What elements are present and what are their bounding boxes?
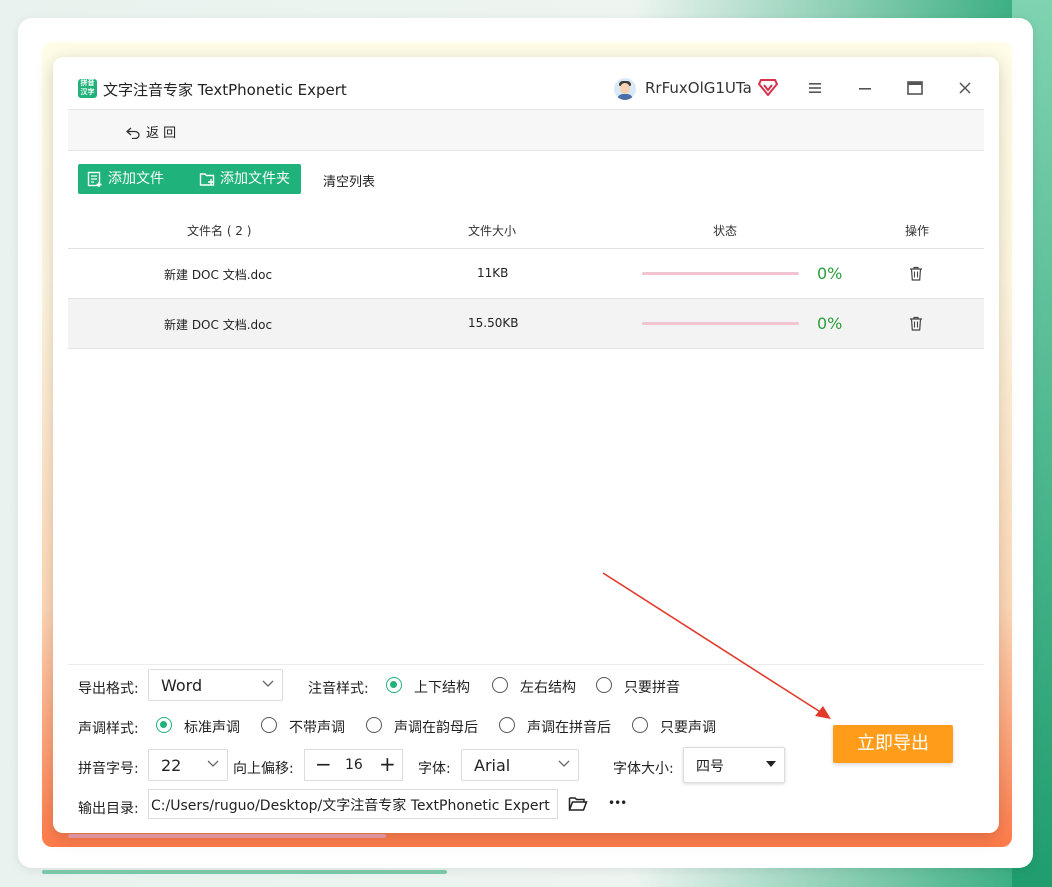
menu-icon[interactable] <box>806 79 824 97</box>
table-row[interactable]: 新建 DOC 文档.doc 11KB 0% <box>68 249 984 299</box>
back-arrow-icon <box>126 127 140 140</box>
radio-label: 声调在拼音后 <box>527 720 611 736</box>
increment-button[interactable]: + <box>379 752 396 776</box>
font-value: Arial <box>474 756 511 775</box>
chevron-down-icon <box>262 680 274 687</box>
pinyin-size-label: 拼音字号: <box>78 761 139 777</box>
decrement-button[interactable]: − <box>315 752 332 776</box>
clear-list-button[interactable]: 清空列表 <box>323 171 375 190</box>
header-filesize[interactable]: 文件大小 <box>468 222 516 239</box>
offset-label: 向上偏移: <box>233 761 294 777</box>
radio-circle <box>261 717 277 733</box>
radio-label: 左右结构 <box>520 680 576 696</box>
progress-bar <box>642 272 799 275</box>
pinyin-size-value: 22 <box>161 756 182 775</box>
font-size-value: 四号 <box>696 759 724 775</box>
file-name: 新建 DOC 文档.doc <box>164 318 273 332</box>
radio-circle <box>499 717 515 733</box>
export-format-select[interactable]: Word <box>148 669 283 701</box>
app-window: 拼音汉字 文字注音专家 TextPhonetic Expert RrFuxOlG… <box>53 57 999 833</box>
table-row[interactable]: 新建 DOC 文档.doc 15.50KB 0% <box>68 299 984 349</box>
file-table: 文件名 ( 2 ) 文件大小 状态 操作 新建 DOC 文档.doc 11KB … <box>68 211 984 349</box>
radio-label: 只要拼音 <box>624 680 680 696</box>
add-file-icon <box>87 171 102 187</box>
add-file-button[interactable]: 添加文件 <box>78 164 195 194</box>
app-logo-text: 拼音汉字 <box>80 79 95 96</box>
header-action: 操作 <box>905 224 930 238</box>
trash-icon[interactable] <box>909 316 923 331</box>
radio-circle <box>596 677 612 693</box>
font-select[interactable]: Arial <box>461 749 579 781</box>
font-size-label: 字体大小: <box>613 761 674 777</box>
add-file-label: 添加文件 <box>108 171 164 187</box>
header-status[interactable]: 状态 <box>713 222 737 239</box>
radio-circle <box>366 717 382 733</box>
annotation-style-label: 注音样式: <box>308 681 369 697</box>
output-dir-input[interactable]: C:/Users/ruguo/Desktop/文字注音专家 TextPhonet… <box>148 789 558 819</box>
font-size-select[interactable]: 四号 <box>683 747 785 783</box>
radio-circle <box>632 717 648 733</box>
add-folder-icon <box>199 173 215 186</box>
avatar[interactable] <box>614 78 636 100</box>
export-now-button[interactable]: 立即导出 <box>833 725 953 763</box>
folder-open-icon[interactable] <box>568 796 588 812</box>
radio-label: 只要声调 <box>660 720 716 736</box>
caret-down-icon <box>766 761 776 767</box>
offset-stepper[interactable]: − 16 + <box>304 749 403 781</box>
radio-label: 声调在韵母后 <box>394 720 478 736</box>
trash-icon[interactable] <box>909 266 923 281</box>
add-folder-button[interactable]: 添加文件夹 <box>190 164 301 194</box>
minimize-icon[interactable] <box>856 79 874 97</box>
export-format-label: 导出格式: <box>78 681 139 697</box>
app-title: 文字注音专家 TextPhonetic Expert <box>103 81 347 99</box>
output-dir-value: C:/Users/ruguo/Desktop/文字注音专家 TextPhonet… <box>151 798 550 814</box>
tone-style-label: 声调样式: <box>78 721 139 737</box>
back-bar: 返 回 <box>68 109 984 151</box>
progress-percent: 0% <box>817 264 843 283</box>
back-button[interactable]: 返 回 <box>126 122 176 141</box>
username[interactable]: RrFuxOlG1UTa <box>645 79 752 97</box>
app-logo: 拼音汉字 <box>78 79 97 98</box>
radio-circle <box>156 717 172 733</box>
header-filename[interactable]: 文件名 ( 2 ) <box>187 222 251 239</box>
radio-label: 标准声调 <box>184 720 240 736</box>
progress-bar <box>642 322 799 325</box>
output-dir-label: 输出目录: <box>78 801 139 817</box>
vip-diamond-icon[interactable] <box>758 78 778 96</box>
file-size: 11KB <box>477 266 509 280</box>
add-folder-label: 添加文件夹 <box>220 171 290 187</box>
table-header: 文件名 ( 2 ) 文件大小 状态 操作 <box>68 211 984 249</box>
offset-value: 16 <box>345 757 363 773</box>
decorative-line <box>68 834 386 838</box>
pinyin-size-select[interactable]: 22 <box>148 749 228 781</box>
file-size: 15.50KB <box>468 316 519 330</box>
radio-label: 不带声调 <box>289 720 345 736</box>
radio-label: 上下结构 <box>414 680 470 696</box>
more-options-button[interactable]: ••• <box>608 796 627 810</box>
title-bar: 拼音汉字 文字注音专家 TextPhonetic Expert RrFuxOlG… <box>53 57 999 109</box>
back-label: 返 回 <box>146 126 177 141</box>
font-label: 字体: <box>418 761 451 777</box>
chevron-down-icon <box>207 760 219 767</box>
radio-circle <box>386 677 402 693</box>
progress-percent: 0% <box>817 314 843 333</box>
decorative-line <box>42 870 447 874</box>
maximize-icon[interactable] <box>906 79 924 97</box>
radio-circle <box>492 677 508 693</box>
close-icon[interactable] <box>956 79 974 97</box>
chevron-down-icon <box>558 760 570 767</box>
export-format-value: Word <box>161 676 203 695</box>
file-name: 新建 DOC 文档.doc <box>164 268 273 282</box>
